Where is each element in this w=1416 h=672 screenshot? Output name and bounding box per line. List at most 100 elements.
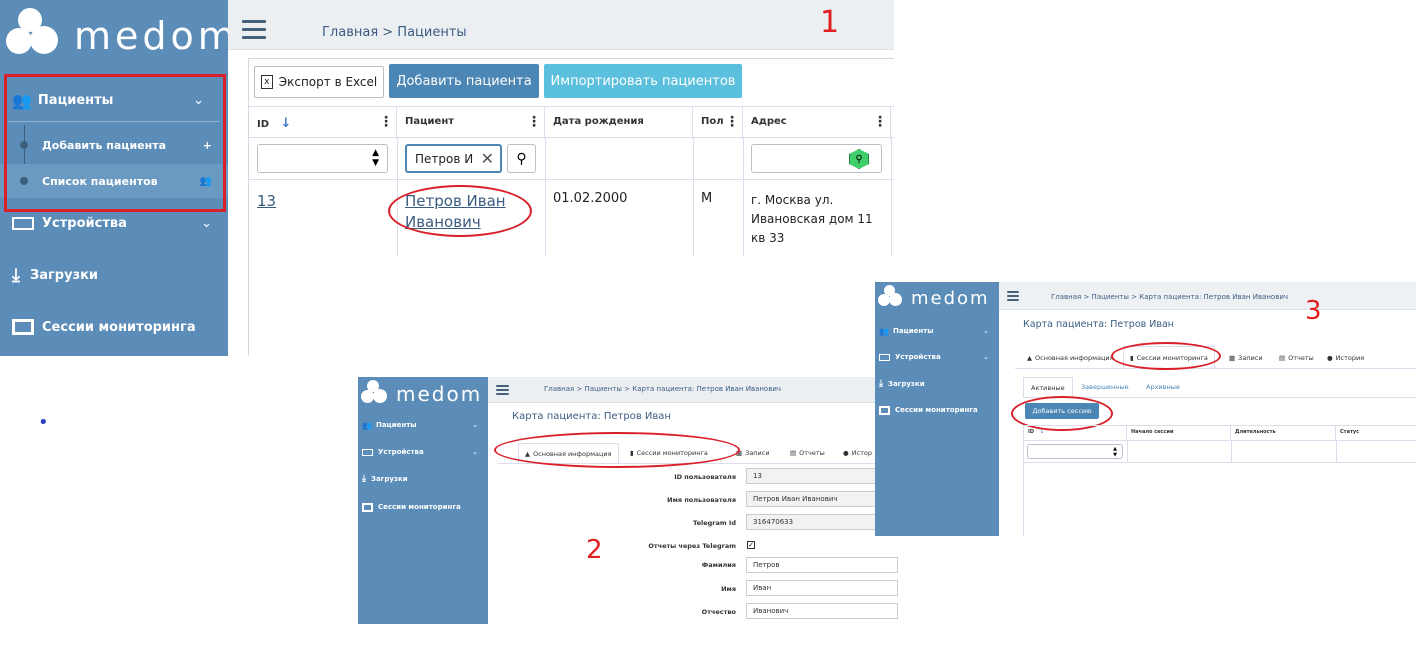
table-row[interactable]: 13 Петров Иван Иванович 01.02.2000 М г. …: [249, 180, 894, 256]
tab-history[interactable]: ● Истор: [843, 443, 872, 463]
monitor-icon: [12, 319, 34, 335]
patient-filter-input[interactable]: Петров И ✕: [405, 144, 502, 173]
excel-icon: x: [260, 75, 273, 89]
monitor-icon: [879, 405, 890, 415]
document-icon: ▤: [1279, 354, 1286, 362]
sidebar-item-devices[interactable]: Устройства ⌄: [358, 444, 488, 460]
sidebar-item-sessions[interactable]: Сессии мониторинга: [0, 310, 228, 344]
menu-icon[interactable]: [1007, 291, 1019, 301]
sidebar-item-patients[interactable]: 👥 Пациенты ⌄: [358, 417, 488, 433]
logo: medom: [877, 284, 990, 312]
menu-icon[interactable]: [242, 20, 266, 39]
sidebar-item-devices[interactable]: Устройства ⌄: [0, 206, 228, 240]
address: г. Москва ул. Ивановская дом 11 кв 33: [751, 193, 873, 245]
tab-reports[interactable]: ▤ Отчеты: [1279, 348, 1314, 368]
id-filter-input[interactable]: ▲ ▼: [1027, 444, 1123, 459]
add-patient-button[interactable]: Добавить пациента: [389, 64, 539, 98]
sidebar-item-downloads[interactable]: ⤓ Загрузки: [358, 471, 488, 487]
tab-reports[interactable]: ▤ Отчеты: [790, 443, 825, 463]
tabs-divider: [1015, 368, 1416, 369]
logo-mark: [4, 6, 64, 66]
sidebar-item-sessions[interactable]: Сессии мониторинга: [875, 402, 999, 418]
top-bar: Главная > Пациенты > Карта пациента: Пет…: [488, 377, 898, 403]
sort-down-icon: ↓: [280, 116, 292, 131]
history-icon: ●: [843, 449, 849, 457]
field-label: Фамилия: [701, 561, 736, 569]
last-name-field[interactable]: Петров: [746, 557, 898, 573]
column-menu-icon[interactable]: ⋮: [379, 114, 393, 130]
logo-text: medom: [396, 382, 483, 406]
key-icon[interactable]: ⚲: [849, 149, 869, 169]
id-filter-input[interactable]: ▲ ▼: [257, 144, 388, 173]
sidebar-item-patients[interactable]: 👥 Пациенты ⌄: [875, 323, 999, 339]
device-icon: [879, 353, 890, 361]
subtab-completed[interactable]: Завершенные: [1081, 377, 1129, 397]
page-title: Карта пациента: Петров Иван: [1023, 319, 1174, 330]
export-excel-button[interactable]: x Экспорт в Excel: [254, 66, 384, 98]
column-header-status[interactable]: Статус: [1336, 425, 1416, 441]
tab-records[interactable]: ▩ Записи: [1229, 348, 1263, 368]
bullet-dot: •: [38, 412, 49, 433]
column-header-id[interactable]: ID ↓: [249, 107, 397, 139]
breadcrumb: Главная > Пациенты > Карта пациента: Пет…: [1051, 293, 1289, 301]
column-header-duration[interactable]: Длительность: [1231, 425, 1336, 441]
column-menu-icon[interactable]: ⋮: [527, 114, 541, 130]
users-icon: 👥: [879, 326, 889, 336]
table-header-row: ID ↓ ⋮ Пациент ⋮ Дата рождения Пол ⋮ Адр…: [249, 106, 894, 139]
history-icon: ●: [1327, 354, 1333, 362]
sidebar-item-devices[interactable]: Устройства ⌄: [875, 349, 999, 365]
sidebar: medom 👥 Пациенты ⌄ Добавить пациента + С…: [0, 0, 235, 356]
sidebar-item-downloads[interactable]: ⤓ Загрузки: [0, 258, 228, 292]
clear-icon[interactable]: ✕: [481, 149, 494, 168]
device-icon: [362, 448, 373, 456]
users-icon: 👥: [362, 420, 372, 430]
address-filter-input[interactable]: ⚲: [751, 144, 882, 173]
import-patients-button[interactable]: Импортировать пациентов: [544, 64, 742, 98]
spinner-icon[interactable]: ▲ ▼: [372, 148, 379, 168]
column-header-start[interactable]: Начало сессии: [1127, 425, 1231, 441]
annotation-ellipse: [494, 432, 740, 468]
reset-filter-button[interactable]: ⚲: [507, 144, 536, 173]
annotation-ellipse: [388, 185, 532, 237]
column-header-id[interactable]: ID ↓: [1024, 425, 1127, 441]
records-icon: ▩: [1229, 354, 1236, 362]
chevron-down-icon: ⌄: [983, 353, 989, 361]
chevron-down-icon: ⌄: [472, 448, 478, 456]
monitor-icon: [362, 502, 373, 512]
tab-records[interactable]: ▩ Записи: [736, 443, 770, 463]
field-label: Telegram Id: [693, 519, 736, 527]
first-name-field[interactable]: Иван: [746, 580, 898, 596]
device-icon: [12, 216, 34, 230]
sidebar-item-sessions[interactable]: Сессии мониторинга: [358, 499, 488, 515]
patient-id-link[interactable]: 13: [257, 192, 276, 210]
menu-icon[interactable]: [496, 385, 509, 395]
spinner-icon[interactable]: ▲ ▼: [1113, 446, 1117, 458]
step-number: 1: [820, 5, 840, 40]
telegram-reports-checkbox[interactable]: ✓: [747, 541, 755, 549]
download-icon: ⤓: [362, 474, 366, 484]
column-menu-icon[interactable]: ⋮: [725, 114, 739, 130]
sidebar-item-downloads[interactable]: ⤓ Загрузки: [875, 376, 999, 392]
patronymic-field[interactable]: Иванович: [746, 603, 898, 619]
sort-down-icon: ↓: [1039, 429, 1044, 435]
person-icon: ▲: [1027, 354, 1032, 362]
field-label: Отчеты через Telegram: [648, 542, 736, 550]
column-header-address[interactable]: Адрес: [743, 107, 891, 139]
step-number: 3: [1305, 296, 1322, 326]
top-bar: Главная > Пациенты 1: [228, 0, 894, 50]
filter-value: Петров И: [415, 152, 474, 166]
tab-main-info[interactable]: ▲ Основная информация: [1027, 348, 1114, 368]
page-title: Карта пациента: Петров Иван: [512, 411, 671, 422]
field-label: Отчество: [701, 608, 736, 616]
subtab-archived[interactable]: Архивные: [1146, 377, 1180, 397]
column-menu-icon[interactable]: ⋮: [873, 114, 887, 130]
column-header-patient[interactable]: Пациент: [397, 107, 545, 139]
column-header-birth[interactable]: Дата рождения: [545, 107, 693, 139]
screenshot-patient-card-info: medom 👥 Пациенты ⌄ Устройства ⌄ ⤓ Загруз…: [358, 377, 898, 624]
sidebar-item-label: Загрузки: [29, 267, 99, 283]
field-label: Имя: [721, 585, 736, 593]
tab-history[interactable]: ● История: [1327, 348, 1364, 368]
sidebar-item-label: Сессии мониторинга: [42, 319, 196, 335]
birth-date: 01.02.2000: [553, 191, 628, 206]
subtab-active[interactable]: Активные: [1023, 377, 1073, 397]
